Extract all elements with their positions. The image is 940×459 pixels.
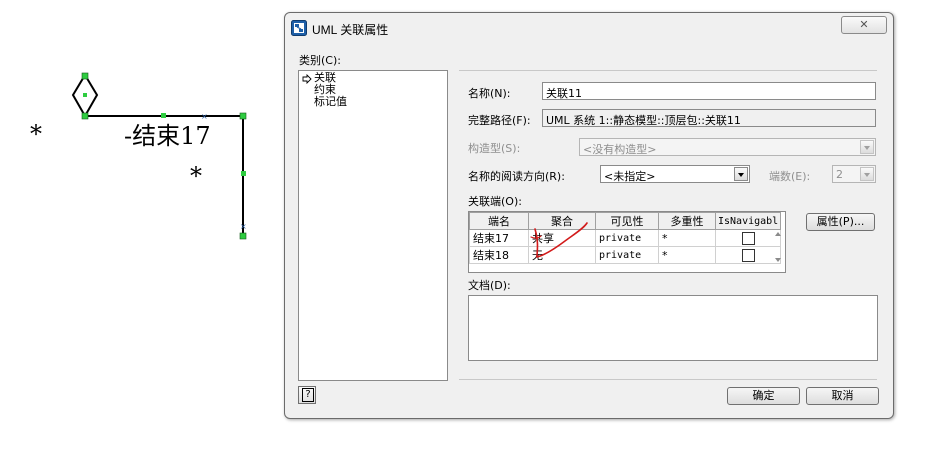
visibility-cell[interactable]: private [595,229,659,247]
table-row[interactable]: 结束18 无 private * [469,246,782,264]
ends-count-label: 端数(E): [769,170,811,183]
category-list[interactable]: 关联 约束 标记值 [298,70,448,381]
col-header-visibility[interactable]: 可见性 [595,212,659,230]
close-icon: ✕ [859,18,869,31]
handle-center[interactable] [83,93,87,97]
handle-end[interactable] [239,232,247,240]
association-ends-grid[interactable]: 端名 聚合 可见性 多重性 IsNavigabl 结束17 共享 private… [468,211,786,273]
visibility-cell[interactable]: private [595,246,659,264]
end-name-cell[interactable]: 结束17 [469,229,529,247]
multiplicity-left: * [30,120,42,148]
multiplicity-cell[interactable]: * [658,246,716,264]
scroll-up-icon[interactable] [772,229,784,239]
category-label: 类别(C): [299,54,341,67]
red-annotation-mark [530,222,588,259]
ok-button[interactable]: 确定 [727,387,800,405]
properties-button[interactable]: 属性(P)... [806,213,875,231]
scroll-down-icon[interactable] [772,255,784,265]
ends-table: 端名 聚合 可见性 多重性 IsNavigabl 结束17 共享 private… [469,212,782,264]
handle-diamond-bottom[interactable] [81,112,89,120]
chevron-down-icon [860,140,874,154]
association-ends-label: 关联端(O): [468,195,522,208]
reading-direction-dropdown[interactable]: <未指定> [600,165,750,183]
app-icon [291,20,307,36]
navigable-cell [714,246,782,264]
chevron-down-icon [860,167,874,181]
title-bar[interactable]: UML 关联属性 ✕ [285,13,893,43]
close-button[interactable]: ✕ [841,16,887,34]
documentation-label: 文档(D): [468,279,511,292]
selected-arrow-icon [302,74,312,84]
navigable-checkbox[interactable] [741,248,755,262]
help-icon: ? [302,388,314,402]
reading-direction-label: 名称的阅读方向(R): [468,170,565,183]
ends-count-dropdown[interactable]: 2 [832,165,876,183]
chevron-down-icon [734,167,748,181]
col-header-end-name[interactable]: 端名 [469,212,529,230]
uml-association-properties-dialog: UML 关联属性 ✕ 类别(C): 关联 约束 标记值 名称(N): 关联11 … [284,12,894,419]
full-path-field[interactable]: UML 系统 1::静态模型::顶层包::关联11 [542,109,876,127]
stereotype-label: 构造型(S): [468,142,521,155]
cancel-button[interactable]: 取消 [806,387,879,405]
col-header-multiplicity[interactable]: 多重性 [658,212,716,230]
stereotype-value: <没有构造型> [583,143,657,156]
multiplicity-cell[interactable]: * [658,229,716,247]
full-path-label: 完整路径(F): [468,114,531,127]
handle-x-marker-2: × [240,222,247,231]
name-field[interactable]: 关联11 [542,82,876,100]
col-header-navigable[interactable]: IsNavigabl [714,212,782,230]
handle-corner[interactable] [239,112,247,120]
stereotype-dropdown[interactable]: <没有构造型> [579,138,876,156]
ends-count-value: 2 [836,168,843,181]
diagram-canvas: × × [71,72,247,240]
reading-direction-value: <未指定> [604,170,656,183]
handle-mid-vertical[interactable] [241,171,246,176]
role-name-label[interactable]: -结束17 [124,116,211,151]
ends-header-row: 端名 聚合 可见性 多重性 IsNavigabl [469,212,782,230]
name-label: 名称(N): [468,87,511,100]
navigable-checkbox[interactable] [741,231,755,245]
help-button[interactable]: ? [298,386,316,404]
dialog-title: UML 关联属性 [312,23,389,37]
multiplicity-right: * [190,162,202,190]
end-name-cell[interactable]: 结束18 [469,246,529,264]
documentation-field[interactable] [468,295,878,361]
category-item-tagged-values[interactable]: 标记值 [314,96,347,108]
navigable-cell [714,229,782,247]
handle-top[interactable] [81,72,89,80]
table-row[interactable]: 结束17 共享 private * [469,229,782,247]
